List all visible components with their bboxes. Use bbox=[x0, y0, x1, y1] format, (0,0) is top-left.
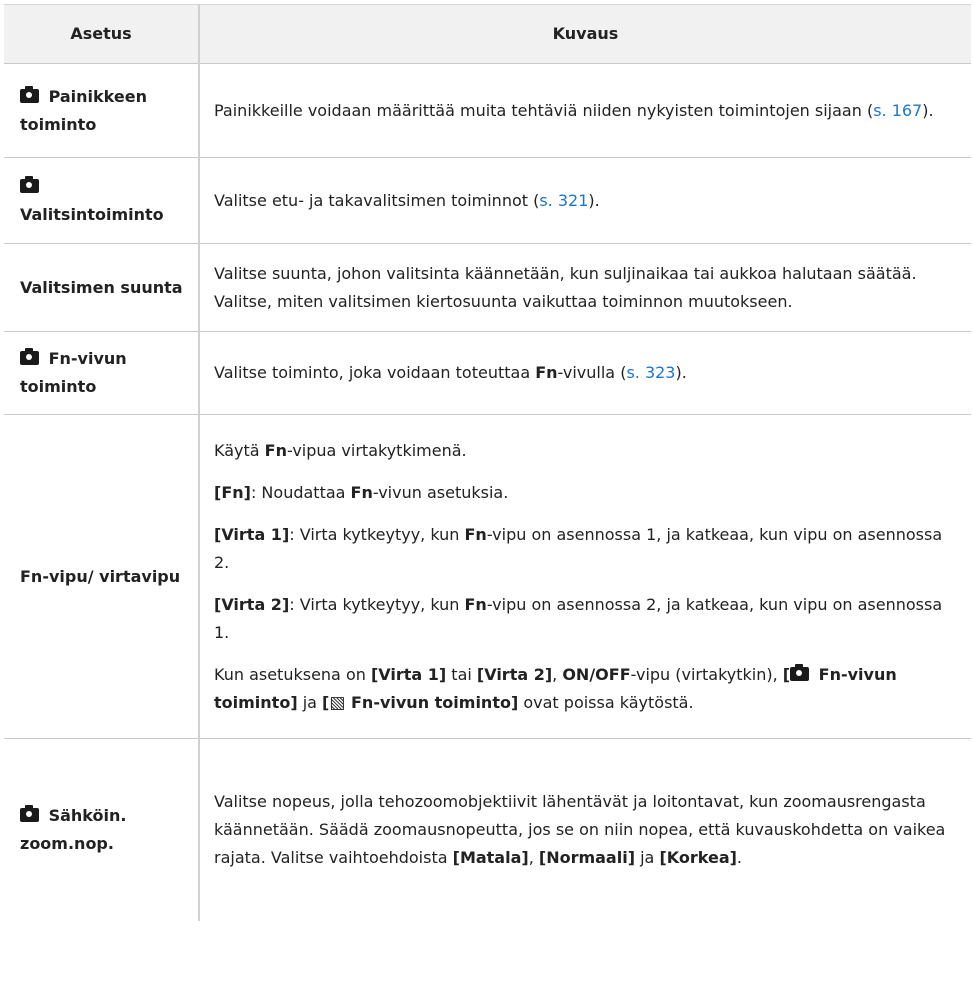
setting-cell: Fn-vivun toiminto bbox=[4, 331, 200, 415]
description-text: ). bbox=[588, 190, 600, 210]
option-label: [Virta 2] bbox=[214, 594, 290, 614]
header-kuvaus: Kuvaus bbox=[199, 4, 971, 64]
description-text: . bbox=[736, 848, 743, 867]
description-cell: Valitse toiminto, joka voidaan toteuttaa… bbox=[199, 331, 971, 415]
text: tai bbox=[446, 664, 477, 684]
bold-text: [Virta 2] bbox=[476, 664, 553, 684]
movie-icon: ▧ bbox=[329, 692, 346, 713]
camera-icon bbox=[20, 805, 39, 822]
option-label: [Virta 1] bbox=[214, 524, 290, 544]
description-cell: Valitse etu- ja takavalitsimen toiminnot… bbox=[199, 157, 971, 244]
description-paragraph: [Fn]: Noudattaa Fn-vivun asetuksia. bbox=[214, 479, 953, 507]
description-paragraph: [Virta 1]: Virta kytkeytyy, kun Fn-vipu … bbox=[214, 521, 953, 577]
page-link[interactable]: s. 321 bbox=[539, 191, 588, 210]
description-paragraph: [Virta 2]: Virta kytkeytyy, kun Fn-vipu … bbox=[214, 591, 953, 647]
bold-text: [Matala] bbox=[452, 848, 529, 867]
header-asetus: Asetus bbox=[4, 4, 200, 64]
setting-cell: Sähköin. zoom.nop. bbox=[4, 738, 200, 921]
setting-name: Valitsintoiminto bbox=[20, 204, 164, 224]
description-text: Valitse suunta, johon valitsinta käännet… bbox=[214, 263, 917, 311]
description-text: Valitse etu- ja takavalitsimen toiminnot… bbox=[214, 190, 540, 210]
bold-text: [ bbox=[782, 664, 791, 684]
bold-text: [Normaali] bbox=[538, 848, 636, 867]
description-cell: Valitse nopeus, jolla tehozoomobjektiivi… bbox=[199, 739, 971, 922]
description-text: ja bbox=[635, 848, 660, 867]
table-row: Valitsintoiminto Valitse etu- ja takaval… bbox=[4, 157, 971, 244]
setting-cell: Valitsimen suunta bbox=[4, 243, 200, 332]
description-cell: Painikkeille voidaan määrittää muita teh… bbox=[199, 63, 971, 158]
description-text: ). bbox=[675, 363, 687, 382]
description-paragraph: Kun asetuksena on [Virta 1] tai [Virta 2… bbox=[214, 661, 953, 717]
bold-text: Fn bbox=[350, 482, 373, 502]
description-cell: Käytä Fn-vipua virtakytkimenä. [Fn]: Nou… bbox=[199, 414, 971, 739]
option-label: [Fn] bbox=[214, 482, 251, 502]
bold-text: [Virta 1] bbox=[370, 664, 447, 684]
text: -vipu (virtakytkin), bbox=[630, 664, 783, 684]
description-cell: Valitse suunta, johon valitsinta käännet… bbox=[199, 243, 971, 332]
page: Asetus Kuvaus Painikkeen toiminto Painik… bbox=[0, 0, 973, 921]
table-header-row: Asetus Kuvaus bbox=[4, 4, 971, 64]
text: : Virta kytkeytyy, kun bbox=[289, 594, 465, 614]
bold-text: [Korkea] bbox=[659, 848, 737, 867]
text: ovat poissa käytöstä. bbox=[518, 692, 694, 712]
text: -vivun asetuksia. bbox=[372, 482, 509, 502]
table-row: Painikkeen toiminto Painikkeille voidaan… bbox=[4, 63, 971, 158]
description-text: Painikkeille voidaan määrittää muita teh… bbox=[214, 100, 874, 120]
bold-text: Fn bbox=[464, 594, 487, 614]
bold-text: Fn bbox=[264, 440, 287, 460]
setting-cell: Painikkeen toiminto bbox=[4, 63, 200, 158]
bold-text: Fn-vivun toiminto] bbox=[345, 692, 519, 712]
table-row: Fn-vivun toiminto Valitse toiminto, joka… bbox=[4, 331, 971, 415]
table-row: Sähköin. zoom.nop. Valitse nopeus, jolla… bbox=[4, 738, 971, 922]
setting-cell: Fn-vipu/ virtavipu bbox=[4, 414, 200, 739]
page-link[interactable]: s. 323 bbox=[626, 363, 675, 382]
bold-text: ON/OFF bbox=[562, 664, 631, 684]
description-text: , bbox=[528, 848, 539, 867]
table-row: Valitsimen suunta Valitse suunta, johon … bbox=[4, 243, 971, 332]
text: -vipua virtakytkimenä. bbox=[286, 440, 467, 460]
description-text: ). bbox=[922, 100, 934, 120]
camera-icon bbox=[20, 85, 39, 103]
page-link[interactable]: s. 167 bbox=[873, 101, 922, 120]
setting-cell: Valitsintoiminto bbox=[4, 157, 200, 244]
text: , bbox=[552, 664, 563, 684]
bold-text: Fn bbox=[464, 524, 487, 544]
text: Kun asetuksena on bbox=[214, 664, 371, 684]
text: ja bbox=[297, 692, 323, 712]
setting-name: Valitsimen suunta bbox=[20, 277, 183, 297]
description-paragraph: Käytä Fn-vipua virtakytkimenä. bbox=[214, 437, 953, 465]
setting-name: Painikkeen toiminto bbox=[20, 86, 147, 134]
text: : Virta kytkeytyy, kun bbox=[289, 524, 465, 544]
camera-icon bbox=[20, 175, 39, 193]
description-text: -vivulla ( bbox=[557, 363, 627, 382]
description-bold: Fn bbox=[535, 363, 558, 382]
text: Käytä bbox=[214, 440, 265, 460]
text: : Noudattaa bbox=[250, 482, 351, 502]
setting-name: Fn-vipu/ virtavipu bbox=[20, 566, 181, 586]
camera-icon bbox=[790, 663, 810, 681]
description-text: Valitse toiminto, joka voidaan toteuttaa bbox=[214, 363, 536, 382]
settings-table: Asetus Kuvaus Painikkeen toiminto Painik… bbox=[4, 4, 971, 921]
camera-icon bbox=[20, 348, 39, 365]
table-row: Fn-vipu/ virtavipu Käytä Fn-vipua virtak… bbox=[4, 414, 971, 739]
